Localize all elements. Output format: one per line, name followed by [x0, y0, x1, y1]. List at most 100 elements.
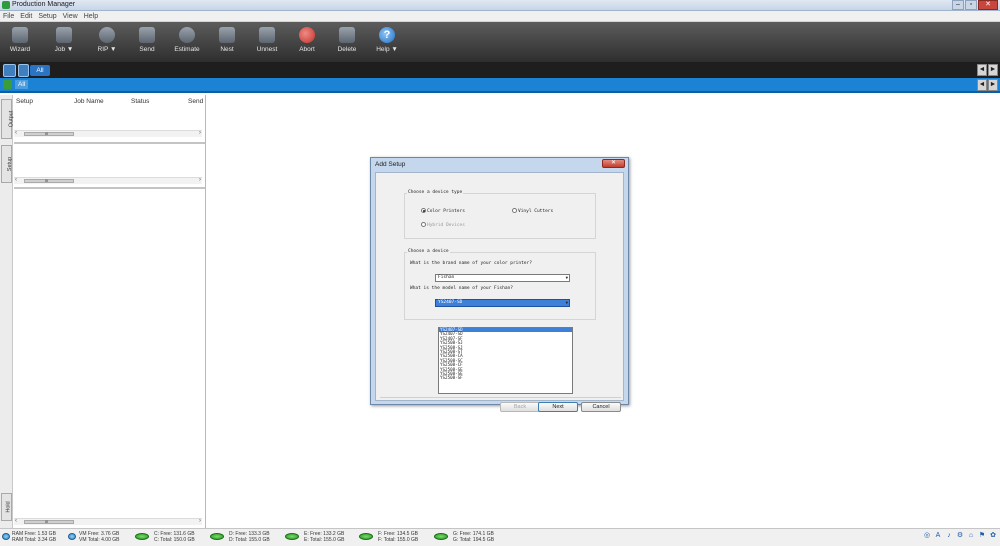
tray-gear-icon[interactable]: ✿	[989, 532, 997, 540]
delete-icon	[339, 27, 355, 43]
disk-d-icon	[210, 533, 224, 540]
ram-icon	[2, 533, 10, 540]
chevron-down-icon: ▼	[565, 275, 568, 280]
device-group: Choose a device What is the brand name o…	[404, 249, 596, 320]
tray-mic-icon[interactable]: ♪	[945, 532, 953, 540]
disk-e-icon	[285, 533, 299, 540]
job-button[interactable]: Job ▼	[44, 22, 84, 62]
disk-f-status: F: Free: 134.5 GB F: Total: 155.0 GB	[378, 531, 419, 543]
scroll-thumb[interactable]: III	[24, 179, 74, 183]
disk-e-status: E: Free: 133.2 GB E: Total: 155.0 GB	[304, 531, 345, 543]
col-status[interactable]: Status	[131, 98, 149, 105]
help-icon: ?	[379, 27, 395, 43]
unnest-button[interactable]: Unnest	[247, 22, 287, 62]
dialog-body: Choose a device type Color Printers Viny…	[375, 172, 624, 412]
tray-flag-icon[interactable]: ⚑	[978, 532, 986, 540]
radio-vinyl-cutters[interactable]: Vinyl Cutters	[512, 208, 553, 214]
menu-edit[interactable]: Edit	[20, 11, 32, 21]
tray-settings-icon[interactable]: ⚙	[956, 532, 964, 540]
scroll-thumb[interactable]: III	[24, 520, 74, 524]
printer-tab-icon[interactable]	[3, 64, 16, 77]
tray-network-icon[interactable]: ⌂	[967, 532, 975, 540]
disk-f-icon	[359, 533, 373, 540]
filter-icon[interactable]	[3, 80, 12, 89]
queue-tab-icon[interactable]	[18, 64, 29, 77]
vtab-hold[interactable]: Hold	[1, 493, 12, 521]
status-bar: RAM Free: 1.53 GB RAM Total: 3.34 GB VM …	[0, 528, 1000, 546]
maximize-button[interactable]: ▫	[965, 0, 977, 10]
dialog-divider	[380, 397, 621, 398]
dialog-close-button[interactable]: ✕	[602, 159, 625, 168]
menu-file[interactable]: File	[3, 11, 14, 21]
disk-g-status: G: Free: 174.1 GB G: Total: 194.5 GB	[453, 531, 495, 543]
radio-hybrid-devices: Hybrid Devices	[421, 222, 465, 228]
tabs-scroll-right[interactable]: ►	[988, 64, 998, 76]
ram-status: RAM Free: 1.53 GB RAM Total: 3.34 GB	[12, 531, 57, 543]
vtab-output[interactable]: Output	[1, 99, 14, 139]
radio-color-printers[interactable]: Color Printers	[421, 208, 465, 214]
menu-setup[interactable]: Setup	[38, 11, 56, 21]
dropdown-option[interactable]: YS2508-SF	[439, 375, 572, 380]
menu-view[interactable]: View	[63, 11, 78, 21]
filter-scroll-right[interactable]: ►	[988, 79, 998, 91]
device-type-group: Choose a device type Color Printers Viny…	[404, 190, 596, 239]
brand-question: What is the brand name of your color pri…	[410, 261, 532, 266]
next-button[interactable]: Next	[538, 402, 578, 412]
menu-bar: File Edit Setup View Help	[0, 11, 1000, 22]
estimate-button[interactable]: Estimate	[167, 22, 207, 62]
help-button[interactable]: ? Help ▼	[367, 22, 407, 62]
abort-button[interactable]: Abort	[287, 22, 327, 62]
job-queues-panel: Output Setup Hold Setup Job Name Status …	[0, 95, 206, 528]
production-manager-window: Production Manager – ▫ ✕ File Edit Setup…	[0, 0, 1000, 546]
system-tray: ◎ A ♪ ⚙ ⌂ ⚑ ✿	[920, 532, 997, 540]
setup-hscrollbar[interactable]: ‹ III ›	[14, 177, 202, 184]
vtab-setup[interactable]: Setup	[1, 145, 13, 183]
rip-button[interactable]: RIP ▼	[87, 22, 127, 62]
filter-bar: All ◄ ►	[0, 78, 1000, 93]
radio-selected-icon	[421, 208, 426, 213]
wizard-button[interactable]: Wizard	[6, 22, 34, 62]
nest-icon	[219, 27, 235, 43]
unnest-icon	[259, 27, 275, 43]
col-job-name[interactable]: Job Name	[74, 98, 104, 105]
tab-all[interactable]: All	[30, 65, 50, 76]
filter-scroll-left[interactable]: ◄	[977, 79, 987, 91]
disk-d-status: D: Free: 133.3 GB D: Total: 155.0 GB	[229, 531, 270, 543]
model-question: What is the model name of your Fishan?	[410, 286, 513, 291]
brand-select[interactable]: Fishan ▼	[435, 274, 570, 282]
send-icon	[139, 27, 155, 43]
menu-help[interactable]: Help	[84, 11, 98, 21]
disk-c-icon	[135, 533, 149, 540]
col-setup[interactable]: Setup	[16, 98, 33, 105]
model-select[interactable]: YS2407-SD ▼	[435, 299, 570, 307]
nest-button[interactable]: Nest	[207, 22, 247, 62]
hold-hscrollbar[interactable]: ‹ III ›	[14, 518, 202, 525]
back-button[interactable]: Back	[500, 402, 540, 412]
queue-separator[interactable]	[14, 187, 205, 189]
queue-vertical-tabs: Output Setup Hold	[0, 95, 14, 528]
tray-circle-icon[interactable]: ◎	[923, 532, 931, 540]
tray-language-icon[interactable]: A	[934, 532, 942, 540]
queue-separator[interactable]	[14, 142, 205, 144]
close-button[interactable]: ✕	[978, 0, 998, 10]
tab-row: All ◄ ►	[0, 62, 1000, 78]
app-icon	[2, 1, 10, 9]
send-button[interactable]: Send	[127, 22, 167, 62]
col-send[interactable]: Send	[188, 98, 203, 105]
job-icon	[56, 27, 72, 43]
radio-icon	[512, 208, 517, 213]
cancel-button[interactable]: Cancel	[581, 402, 621, 412]
tabs-scroll-left[interactable]: ◄	[977, 64, 987, 76]
disk-c-status: C: Free: 131.6 GB C: Total: 150.0 GB	[154, 531, 195, 543]
scroll-thumb[interactable]: III	[24, 132, 74, 136]
queue-column-header: Setup Job Name Status Send	[14, 98, 205, 108]
vm-icon	[68, 533, 76, 540]
disk-g-icon	[434, 533, 448, 540]
minimize-button[interactable]: –	[952, 0, 964, 10]
output-hscrollbar[interactable]: ‹ III ›	[14, 130, 202, 137]
title-bar: Production Manager – ▫ ✕	[0, 0, 1000, 11]
delete-button[interactable]: Delete	[327, 22, 367, 62]
estimate-icon	[179, 27, 195, 43]
chevron-down-icon: ▼	[565, 300, 568, 305]
filter-all[interactable]: All	[15, 80, 29, 89]
